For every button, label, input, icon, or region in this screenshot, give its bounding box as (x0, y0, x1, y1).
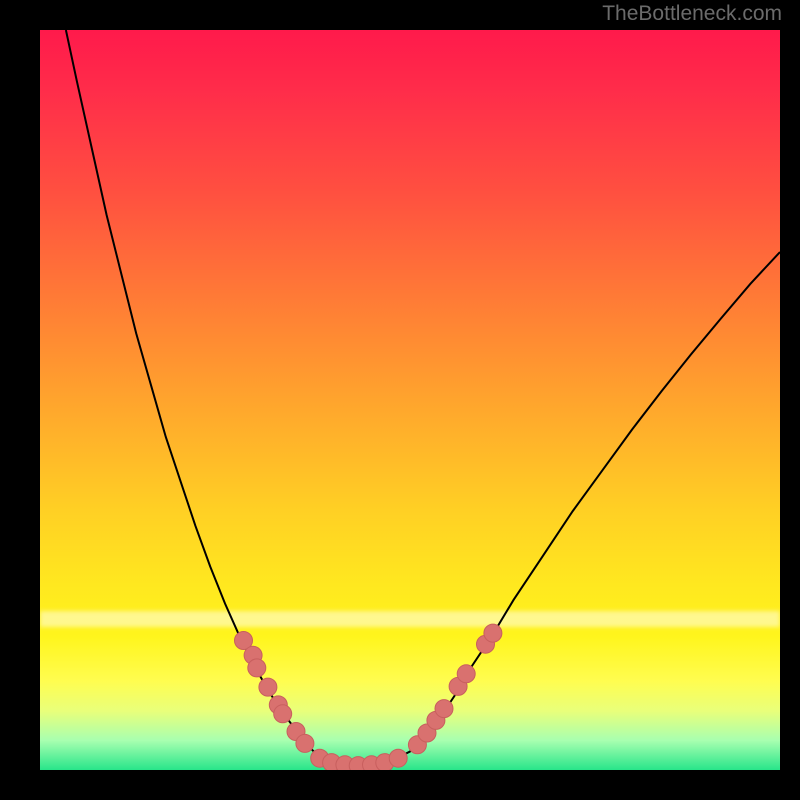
data-point (259, 678, 277, 696)
watermark-text: TheBottleneck.com (602, 2, 782, 26)
data-point (248, 659, 266, 677)
data-point (296, 734, 314, 752)
chart-frame: TheBottleneck.com (0, 0, 800, 800)
plot-area (40, 30, 780, 770)
data-point (389, 749, 407, 767)
chart-svg (40, 30, 780, 770)
data-point (274, 705, 292, 723)
data-point (435, 700, 453, 718)
bottleneck-curve (66, 30, 780, 766)
curve-group (66, 30, 780, 766)
marker-group (235, 624, 502, 770)
data-point (484, 624, 502, 642)
data-point (457, 665, 475, 683)
